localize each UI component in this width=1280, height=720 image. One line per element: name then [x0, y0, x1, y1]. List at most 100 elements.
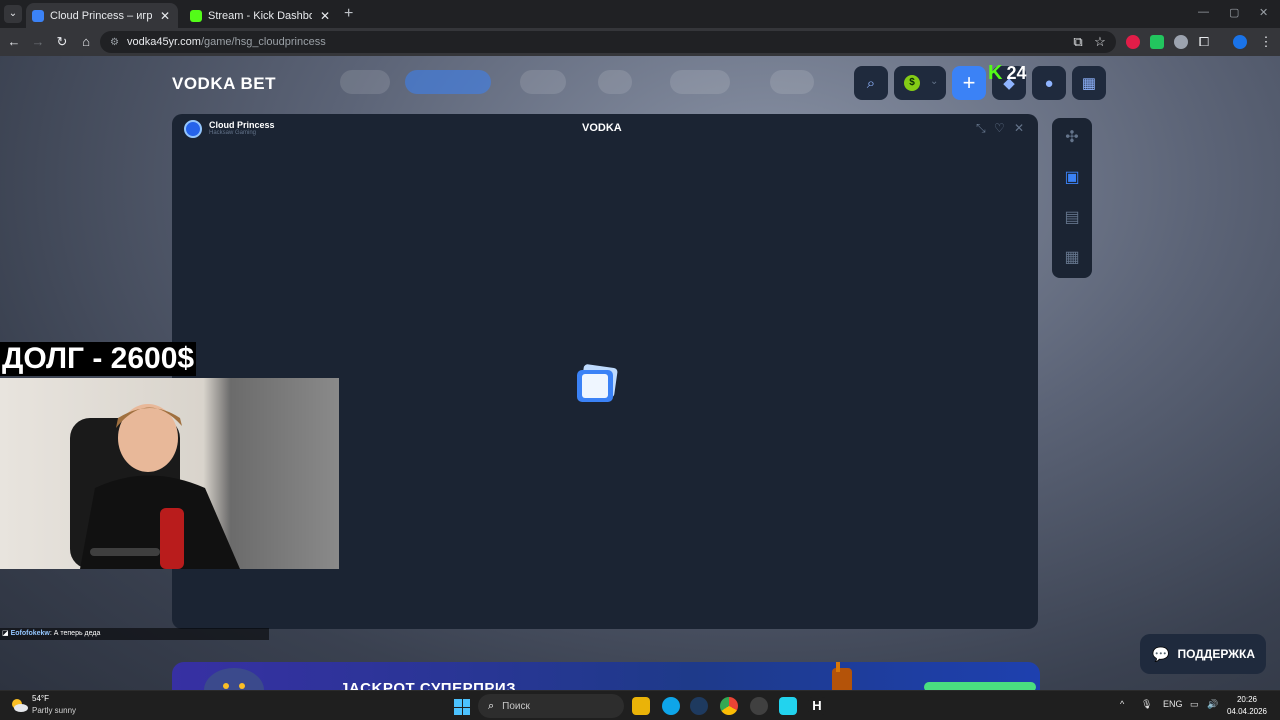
close-tab-icon[interactable]: ✕	[318, 9, 332, 23]
dollar-coin-icon: $	[904, 75, 920, 91]
game-provider: Hacksaw Gaming	[209, 130, 257, 136]
profile-button[interactable]: ●	[1032, 66, 1066, 100]
tab-cloud-princess[interactable]: Cloud Princess – играть на оф ✕	[26, 3, 178, 28]
extensions-puzzle-icon[interactable]: ⧠	[1196, 34, 1212, 50]
nav-item-blurred[interactable]	[340, 70, 390, 94]
windows-logo-icon	[462, 707, 470, 715]
forward-icon[interactable]: →	[30, 34, 46, 49]
weather-description: Partly sunny	[32, 706, 77, 715]
start-button[interactable]	[454, 699, 470, 715]
search-icon: ⌕	[488, 699, 495, 712]
steam-icon[interactable]	[690, 697, 708, 715]
extension-gray-icon[interactable]	[1174, 35, 1188, 49]
collapse-icon[interactable]: ⤡	[976, 121, 986, 136]
windows-logo-icon	[462, 699, 470, 707]
user-icon: ●	[1044, 74, 1054, 92]
windows-logo-icon	[454, 707, 462, 715]
reload-icon[interactable]: ↻	[54, 34, 70, 50]
home-icon[interactable]: ⌂	[78, 34, 94, 49]
kick-viewer-count: 24	[1006, 63, 1027, 83]
site-info-icon[interactable]: ⚙	[110, 37, 119, 48]
h-app-icon[interactable]: H	[808, 697, 826, 715]
profile-avatar[interactable]	[1233, 35, 1247, 49]
deposit-plus-button[interactable]: +	[952, 66, 986, 100]
partly-sunny-icon	[12, 699, 28, 712]
nav-item-blurred[interactable]	[670, 70, 730, 94]
obs-icon[interactable]	[750, 697, 768, 715]
address-bar-row: ← → ↻ ⌂ ⚙ vodka45yr.com/game/hsg_cloudpr…	[0, 28, 1280, 56]
bookmark-star-icon[interactable]: ☆	[1092, 34, 1108, 50]
windows-taskbar: 54°F Partly sunny ⌕ Поиск H ^ 🎙 ENG ▭ 🔊 …	[0, 690, 1280, 720]
new-tab-button[interactable]: +	[344, 5, 353, 23]
back-icon[interactable]: ←	[6, 34, 22, 49]
loading-icon	[577, 364, 618, 402]
clock-date: 04.04.2026	[1226, 707, 1268, 716]
minimize-icon[interactable]: —	[1198, 6, 1209, 18]
browser-menu-icon[interactable]: ⋮	[1258, 34, 1274, 50]
kick-logo-icon: K	[988, 62, 1003, 84]
minimize-game-icon[interactable]: ✣	[1062, 128, 1082, 148]
file-explorer-icon[interactable]	[632, 697, 650, 715]
network-icon[interactable]: ▭	[1190, 699, 1199, 710]
debt-overlay: ДОЛГ - 2600$	[0, 342, 197, 376]
url-text: vodka45yr.com/game/hsg_cloudprincess	[127, 36, 326, 48]
search-icon: ⌕	[866, 74, 876, 92]
banner-text: JACKPOT СУПЕРПРИЗ	[340, 680, 517, 690]
chrome-icon[interactable]	[720, 697, 738, 715]
close-game-icon[interactable]: ✕	[1014, 121, 1024, 135]
microphone-icon[interactable]: 🎙	[1141, 699, 1152, 710]
tab-title: Stream - Kick Dashboard	[208, 9, 312, 22]
extension-red-icon[interactable]	[1126, 35, 1140, 49]
browser-tab-bar: ⌄ Cloud Princess – играть на оф ✕ Stream…	[0, 0, 1280, 28]
nav-item-blurred[interactable]	[520, 70, 566, 94]
banner-cta-button[interactable]	[924, 682, 1036, 690]
omnibox[interactable]: ⚙ vodka45yr.com/game/hsg_cloudprincess	[100, 31, 1116, 53]
language-indicator[interactable]: ENG	[1163, 699, 1183, 709]
nav-item-active-blurred[interactable]	[405, 70, 491, 94]
weather-temperature: 54°F	[32, 694, 49, 703]
jackpot-banner[interactable]: JACKPOT СУПЕРПРИЗ	[172, 662, 1040, 690]
windows-logo-icon	[454, 699, 462, 707]
close-tab-icon[interactable]: ✕	[158, 9, 172, 23]
chat-bubble-icon: 💬	[1152, 645, 1170, 662]
notepad-icon[interactable]	[779, 697, 797, 715]
chevron-down-icon: ⌄	[930, 76, 939, 87]
nav-item-blurred[interactable]	[770, 70, 814, 94]
streamer-image	[70, 404, 240, 569]
bear-mascot-image	[204, 668, 264, 690]
favorite-heart-icon[interactable]: ♡	[994, 121, 1005, 135]
url-host: vodka45yr.com	[126, 36, 201, 48]
volume-icon[interactable]: 🔊	[1207, 699, 1218, 710]
casino-page: VODKA BET ⌕ $ ⌄ + ◆ ● ▦ K 24 Cloud Princ…	[0, 56, 1280, 690]
install-app-icon[interactable]: ⧉	[1070, 34, 1086, 50]
game-thumbnail-icon	[184, 120, 202, 138]
search-button[interactable]: ⌕	[854, 66, 888, 100]
taskbar-search[interactable]: ⌕ Поиск	[478, 694, 624, 718]
chat-text: : А теперь деда	[49, 630, 101, 637]
chat-username: Eofofokekw	[10, 630, 50, 637]
show-hidden-icons-icon[interactable]: ^	[1120, 699, 1124, 709]
quad-view-icon[interactable]: ▦	[1062, 248, 1082, 268]
nav-item-blurred[interactable]	[598, 70, 632, 94]
close-window-icon[interactable]: ✕	[1259, 6, 1268, 19]
split-view-icon[interactable]: ▤	[1062, 208, 1082, 228]
balance-dropdown[interactable]: $ ⌄	[894, 66, 946, 100]
tab-search-button[interactable]: ⌄	[4, 5, 22, 23]
site-logo[interactable]: VODKA BET	[172, 74, 276, 94]
apps-grid-button[interactable]: ▦	[1072, 66, 1106, 100]
banner-character-image	[832, 662, 852, 690]
kick-favicon-icon	[190, 9, 202, 22]
taskbar-clock[interactable]: 20:26 04.04.2026	[1222, 694, 1272, 718]
extension-shield-icon[interactable]	[1150, 35, 1164, 49]
support-label: ПОДДЕРЖКА	[1177, 647, 1256, 661]
game-window-logo: VODKA	[582, 122, 622, 134]
single-view-icon[interactable]: ▣	[1062, 168, 1082, 188]
game-view-panel: ✣ ▣ ▤ ▦	[1052, 118, 1092, 278]
webcam-feed	[0, 378, 339, 569]
support-button[interactable]: 💬 ПОДДЕРЖКА	[1140, 634, 1266, 674]
restore-icon[interactable]: ▢	[1229, 6, 1239, 19]
chat-badge-icon: ◪	[2, 630, 11, 637]
tab-kick-dashboard[interactable]: Stream - Kick Dashboard ✕	[184, 3, 338, 28]
site-favicon-icon	[32, 9, 44, 22]
telegram-icon[interactable]	[662, 697, 680, 715]
